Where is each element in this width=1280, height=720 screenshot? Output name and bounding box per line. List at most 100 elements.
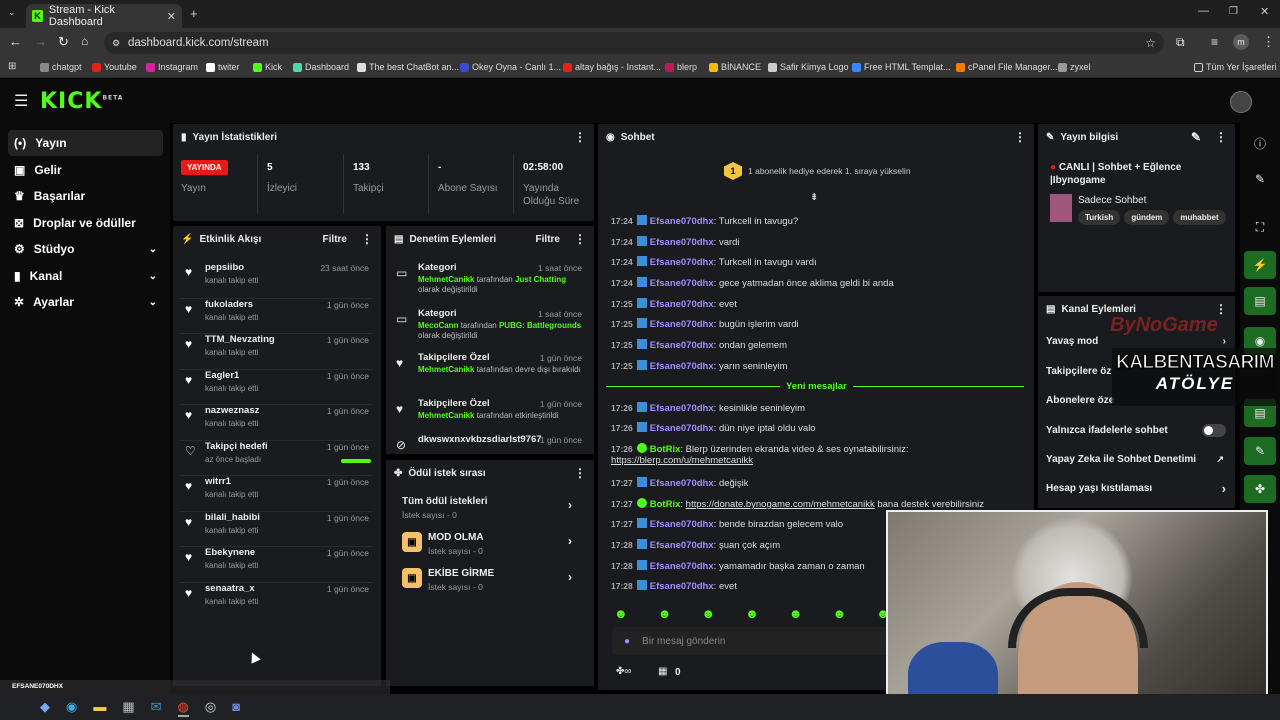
more-options-icon[interactable]: ⋮ bbox=[574, 232, 586, 246]
user-avatar[interactable] bbox=[1230, 91, 1252, 113]
message-username[interactable]: Efsane070dhx bbox=[650, 540, 714, 551]
message-link[interactable]: https://blerp.com/u/mehmetcanikk bbox=[611, 455, 753, 466]
more-options-icon[interactable]: ⋮ bbox=[1215, 130, 1227, 144]
message-username[interactable]: Efsane070dhx bbox=[650, 340, 714, 351]
bookmark-item[interactable]: twiter bbox=[206, 62, 240, 72]
message-username[interactable]: Efsane070dhx bbox=[650, 478, 714, 489]
all-reward-requests[interactable]: Tüm ödül istekleri İstek sayısı - 0 › bbox=[402, 496, 572, 520]
extensions-icon[interactable]: ⧉ bbox=[1176, 35, 1185, 50]
bookmark-item[interactable]: Instagram bbox=[146, 62, 198, 72]
store-icon[interactable]: ▦ bbox=[658, 666, 667, 677]
home-icon[interactable]: ⌂ bbox=[81, 34, 88, 48]
reward-icon[interactable]: ✤ bbox=[1244, 475, 1276, 503]
activity-item[interactable]: ♥ witrr1 kanalı takip etti 1 gün önce bbox=[179, 475, 373, 509]
bookmark-item[interactable]: Youtube bbox=[92, 62, 137, 72]
emote-icon[interactable]: ☻ bbox=[745, 606, 759, 621]
hamburger-menu-icon[interactable]: ☰ bbox=[14, 91, 28, 111]
discord-icon[interactable]: ◙ bbox=[232, 699, 240, 717]
new-tab-icon[interactable]: + bbox=[190, 6, 198, 21]
bookmark-item[interactable]: Dashboard bbox=[293, 62, 349, 72]
message-username[interactable]: BotRix bbox=[650, 444, 681, 455]
profile-avatar[interactable]: m bbox=[1233, 34, 1249, 50]
lightning-icon[interactable]: ⚡ bbox=[1244, 251, 1276, 279]
folder-icon[interactable]: ▬ bbox=[93, 699, 106, 717]
action-slow-mode[interactable]: Yavaş mod › bbox=[1046, 336, 1226, 347]
obs-icon[interactable]: ◎ bbox=[205, 699, 216, 717]
edit-pencil-icon[interactable]: ✎ bbox=[1191, 130, 1201, 144]
tag-pill[interactable]: gündem bbox=[1124, 210, 1170, 225]
emote-icon[interactable]: ☻ bbox=[701, 606, 715, 621]
tab-search-icon[interactable]: ⌄ bbox=[8, 7, 16, 18]
action-account-age[interactable]: Hesap yaşı kıstılaması › bbox=[1046, 481, 1226, 496]
reward-mod-olma[interactable]: ▣ MOD OLMA İstek sayısı - 0 › bbox=[402, 532, 582, 556]
menu-dots-icon[interactable]: ⋮ bbox=[1262, 34, 1275, 50]
filter-button[interactable]: Filtre bbox=[323, 234, 347, 245]
bookmark-star-icon[interactable]: ☆ bbox=[1145, 36, 1156, 50]
activity-item[interactable]: ♥ Eagler1 kanalı takip etti 1 gün önce bbox=[179, 368, 373, 403]
message-username[interactable]: Efsane070dhx bbox=[650, 581, 714, 592]
pencil-icon[interactable]: ✎ bbox=[1244, 165, 1276, 193]
minimize-icon[interactable]: — bbox=[1198, 5, 1209, 17]
window-close-icon[interactable]: ✕ bbox=[1260, 5, 1269, 18]
bookmark-item[interactable]: Safir Kimya Logo bbox=[768, 62, 849, 72]
chrome-icon[interactable]: ◍ bbox=[177, 699, 189, 717]
message-username[interactable]: Efsane070dhx bbox=[650, 278, 714, 289]
message-username[interactable]: Efsane070dhx bbox=[650, 237, 714, 248]
message-username[interactable]: Efsane070dhx bbox=[650, 319, 714, 330]
bookmark-item[interactable]: Free HTML Templat... bbox=[852, 62, 951, 72]
message-username[interactable]: Efsane070dhx bbox=[650, 519, 714, 530]
emote-icon[interactable]: ☻ bbox=[658, 606, 672, 621]
tab-close-icon[interactable]: ✕ bbox=[167, 10, 176, 23]
message-username[interactable]: Efsane070dhx bbox=[650, 216, 714, 227]
action-ai-moderation[interactable]: Yapay Zeka ile Sohbet Denetimi ↗ bbox=[1046, 454, 1226, 465]
action-emote-only[interactable]: Yalnızca ifadelerle sohbet bbox=[1046, 424, 1226, 437]
sidebar-item-yayin[interactable]: (•) Yayın bbox=[8, 130, 163, 156]
browser-tab-active[interactable]: K Stream - Kick Dashboard ✕ bbox=[26, 4, 182, 28]
more-options-icon[interactable]: ⋮ bbox=[1014, 130, 1026, 144]
more-options-icon[interactable]: ⋮ bbox=[574, 466, 586, 480]
bookmarks-folder[interactable]: Tüm Yer İşaretleri bbox=[1194, 62, 1277, 72]
message-username[interactable]: Efsane070dhx bbox=[650, 423, 714, 434]
bookmark-item[interactable]: zyxel bbox=[1058, 62, 1091, 72]
maximize-icon[interactable]: ❐ bbox=[1229, 6, 1238, 17]
sidebar-item-gelir[interactable]: ▣ Gelir bbox=[8, 157, 163, 183]
emote-icon[interactable]: ☻ bbox=[614, 606, 628, 621]
bookmark-item[interactable]: chatgpt bbox=[40, 62, 82, 72]
microphone-icon[interactable]: ● bbox=[624, 636, 630, 647]
fullscreen-icon[interactable]: ⛶ bbox=[1244, 213, 1276, 241]
wrench-icon[interactable]: ✎ bbox=[1244, 437, 1276, 465]
bookmark-item[interactable]: altay bağış - Instant... bbox=[563, 62, 661, 72]
activity-item[interactable]: ♥ senaatra_x kanalı takip etti 1 gün önce bbox=[179, 581, 373, 616]
activity-item[interactable]: ♥ Ebekynene kanalı takip etti 1 gün önce bbox=[179, 546, 373, 580]
chat-input[interactable]: ● Bir mesaj gönderin bbox=[612, 627, 888, 655]
activity-item[interactable]: ♡ Takipçi hedefi az önce başladı 1 gün önce bbox=[179, 439, 373, 474]
forward-icon[interactable]: → bbox=[34, 34, 47, 49]
sidebar-item-studyo[interactable]: ⚙ Stüdyo ⌄ bbox=[8, 236, 163, 262]
bookmark-item[interactable]: BİNANCE bbox=[709, 62, 761, 72]
modlog-item[interactable]: ♥ Takipçilere Özel 1 gün önce MehmetCanikk … bbox=[392, 352, 586, 392]
tag-pill[interactable]: muhabbet bbox=[1173, 210, 1226, 225]
bookmark-item[interactable]: Kick bbox=[253, 62, 282, 72]
sidebar-item-droplar[interactable]: ⊠ Droplar ve ödüller bbox=[8, 210, 163, 236]
activity-item[interactable]: ♥ nazweznasz kanalı takip etti 1 gün önce bbox=[179, 404, 373, 438]
message-link[interactable]: https://donate.bynogame.com/mehmetcanikk bbox=[686, 499, 875, 510]
emote-icon[interactable]: ☻ bbox=[789, 606, 803, 621]
address-bar[interactable]: ⚙ dashboard.kick.com/stream ☆ bbox=[104, 32, 1164, 54]
sub-gift-banner[interactable]: 1 1 abonelik hediye ederek 1. sıraya yük… bbox=[724, 162, 911, 180]
filter-button[interactable]: Filtre bbox=[536, 234, 560, 245]
sidebar-item-basarilar[interactable]: ♛ Başarılar bbox=[8, 183, 163, 209]
reload-icon[interactable]: ↻ bbox=[58, 34, 69, 50]
message-username[interactable]: BotRix bbox=[650, 499, 681, 510]
points-icon[interactable]: ✤∞ bbox=[616, 666, 632, 677]
edge-icon[interactable]: ◉ bbox=[66, 699, 77, 717]
pinned-arrow-icon[interactable]: ⇟ bbox=[810, 192, 818, 203]
emote-icon[interactable]: ☻ bbox=[832, 606, 846, 621]
bookmark-item[interactable]: The best ChatBot an... bbox=[357, 62, 459, 72]
activity-item[interactable]: ♥ bilali_habibi kanalı takip etti 1 gün önc… bbox=[179, 510, 373, 545]
kick-logo[interactable]: KICKBETA bbox=[40, 89, 123, 114]
message-username[interactable]: Efsane070dhx bbox=[650, 561, 714, 572]
modlog-item[interactable]: ♥ Takipçilere Özel 1 gün önce MehmetCanikk … bbox=[392, 398, 586, 438]
apps-grid-icon[interactable]: ⊞ bbox=[8, 61, 16, 72]
message-username[interactable]: Efsane070dhx bbox=[650, 403, 714, 414]
message-username[interactable]: Efsane070dhx bbox=[650, 361, 714, 372]
